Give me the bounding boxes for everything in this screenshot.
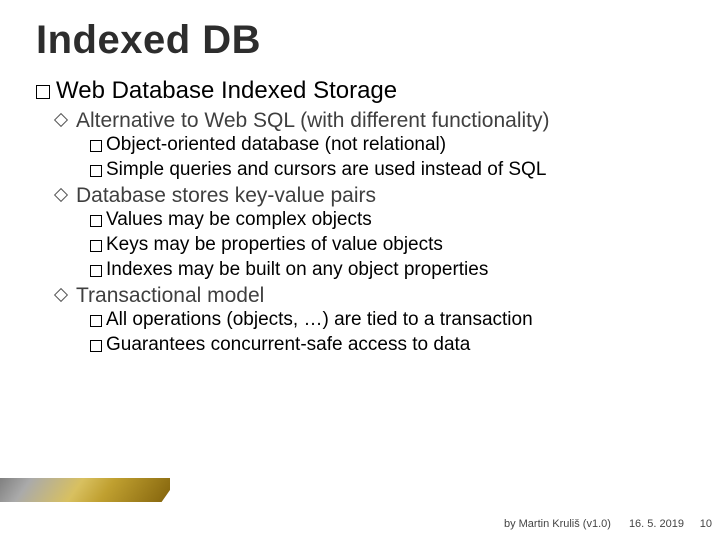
level2-row: Object-oriented database (not relational… xyxy=(90,133,684,158)
square-bullet-icon xyxy=(90,340,102,352)
slide-title: Indexed DB xyxy=(36,18,684,63)
heading-lead: Web xyxy=(56,77,105,104)
diamond-bullet-icon xyxy=(54,188,68,202)
level1-label: Database stores key-value pairs xyxy=(76,184,376,208)
list-item: Transactional model All operations (obje… xyxy=(54,284,684,357)
square-bullet-icon xyxy=(90,315,102,327)
heading-text: Web Database Indexed Storage xyxy=(56,77,397,105)
level2-row: Values may be complex objects xyxy=(90,208,684,233)
level1-label: Alternative to Web SQL (with different f… xyxy=(76,109,550,133)
square-bullet-icon xyxy=(90,215,102,227)
footer-date: 16. 5. 2019 xyxy=(629,518,684,530)
level2-label: Object-oriented database (not relational… xyxy=(106,133,446,158)
level2-row: All operations (objects, …) are tied to … xyxy=(90,308,684,333)
content-block: Alternative to Web SQL (with different f… xyxy=(36,109,684,358)
heading-rest: Database Indexed Storage xyxy=(105,77,397,104)
accent-stripe xyxy=(0,478,170,502)
level2-row: Indexes may be built on any object prope… xyxy=(90,258,684,283)
square-bullet-icon xyxy=(36,85,50,99)
level2-label: Indexes may be built on any object prope… xyxy=(106,258,488,283)
level2-row: Keys may be properties of value objects xyxy=(90,233,684,258)
level2-label: Values may be complex objects xyxy=(106,208,372,233)
level2-group: All operations (objects, …) are tied to … xyxy=(90,308,684,357)
list-item: Database stores key-value pairs Values m… xyxy=(54,184,684,282)
footer-author: by Martin Kruliš (v1.0) xyxy=(504,518,611,530)
square-bullet-icon xyxy=(90,240,102,252)
level1-row: Database stores key-value pairs xyxy=(54,184,684,208)
level2-row: Simple queries and cursors are used inst… xyxy=(90,158,684,183)
level2-row: Guarantees concurrent-safe access to dat… xyxy=(90,333,684,358)
level2-label: Keys may be properties of value objects xyxy=(106,233,443,258)
square-bullet-icon xyxy=(90,265,102,277)
level2-group: Values may be complex objects Keys may b… xyxy=(90,208,684,282)
diamond-bullet-icon xyxy=(54,288,68,302)
list-item: Alternative to Web SQL (with different f… xyxy=(54,109,684,182)
level1-row: Transactional model xyxy=(54,284,684,308)
square-bullet-icon xyxy=(90,140,102,152)
heading-row: Web Database Indexed Storage xyxy=(36,77,684,105)
diamond-bullet-icon xyxy=(54,113,68,127)
page-number: 10 xyxy=(700,518,712,530)
slide: Indexed DB Web Database Indexed Storage … xyxy=(0,0,720,540)
level1-label: Transactional model xyxy=(76,284,264,308)
footer: by Martin Kruliš (v1.0) 16. 5. 2019 xyxy=(36,518,684,530)
level1-row: Alternative to Web SQL (with different f… xyxy=(54,109,684,133)
level2-label: Guarantees concurrent-safe access to dat… xyxy=(106,333,470,358)
level2-label: All operations (objects, …) are tied to … xyxy=(106,308,533,333)
square-bullet-icon xyxy=(90,165,102,177)
level2-group: Object-oriented database (not relational… xyxy=(90,133,684,182)
level2-label: Simple queries and cursors are used inst… xyxy=(106,158,546,183)
